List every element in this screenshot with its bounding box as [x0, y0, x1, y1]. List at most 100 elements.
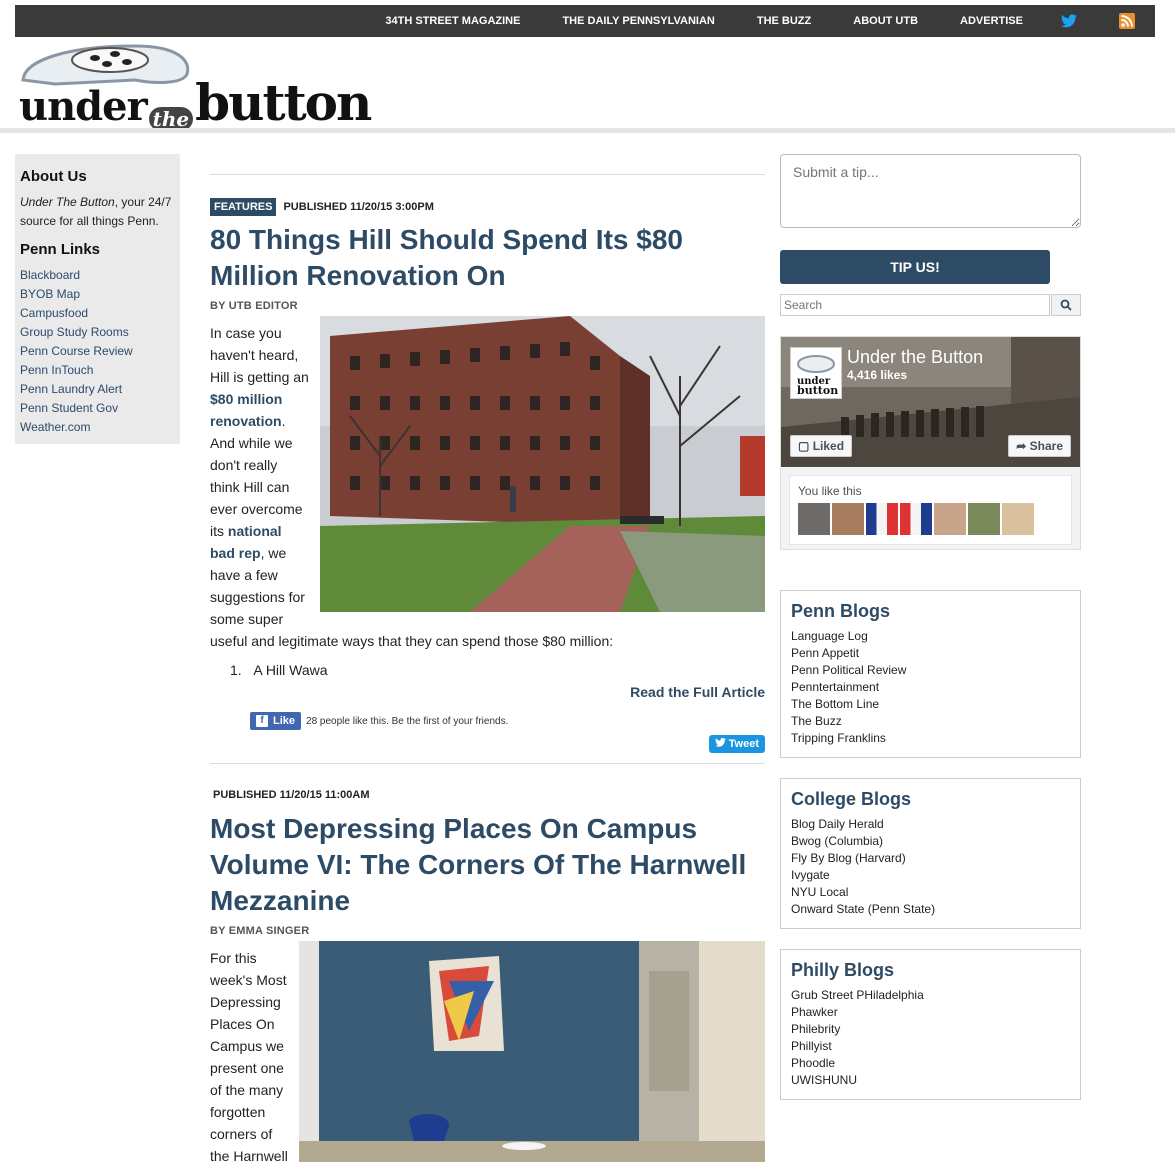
blog-link[interactable]: The Buzz [791, 713, 1070, 730]
link-penn-student-gov[interactable]: Penn Student Gov [20, 399, 175, 418]
link-weather[interactable]: Weather.com [20, 418, 175, 437]
excerpt-part-2: . And while we don't really think Hill c… [210, 413, 303, 539]
blog-link[interactable]: Bwog (Columbia) [791, 833, 1070, 850]
share-button[interactable]: ➦ Share [1008, 435, 1071, 457]
link-byob-map[interactable]: BYOB Map [20, 285, 175, 304]
tweet-button[interactable]: Tweet [708, 735, 765, 753]
blog-link[interactable]: Phoodle [791, 1055, 1070, 1072]
nav-the-buzz[interactable]: THE BUZZ [757, 15, 811, 27]
list-item: 1. A Hill Wawa [230, 662, 765, 678]
you-like-this-text: You like this [798, 484, 862, 498]
published-date: PUBLISHED 11/20/15 3:00PM [283, 201, 434, 213]
blog-link[interactable]: Language Log [791, 628, 1070, 645]
logo-button: button [195, 73, 372, 132]
page-name[interactable]: Under the Button [847, 347, 983, 368]
link-penn-intouch[interactable]: Penn InTouch [20, 361, 175, 380]
friend-avatar[interactable] [866, 503, 898, 535]
penn-blogs-box: Penn Blogs Language Log Penn Appetit Pen… [780, 590, 1081, 758]
blog-link[interactable]: Ivygate [791, 867, 1070, 884]
philly-blogs-title: Philly Blogs [791, 960, 895, 980]
nav-34th-street[interactable]: 34TH STREET MAGAZINE [385, 15, 520, 27]
harnwell-mezzanine-photo [299, 941, 765, 1162]
post-divider [210, 763, 765, 764]
blog-link[interactable]: Penntertainment [791, 679, 1070, 696]
blog-link[interactable]: Penn Appetit [791, 645, 1070, 662]
blog-link[interactable]: Grub Street PHiladelphia [791, 987, 1070, 1004]
post-title[interactable]: 80 Things Hill Should Spend Its $80 Mill… [210, 222, 765, 294]
link-campusfood[interactable]: Campusfood [20, 304, 175, 323]
svg-text:button: button [797, 384, 838, 397]
friend-avatar[interactable] [798, 503, 830, 535]
blog-link[interactable]: Fly By Blog (Harvard) [791, 850, 1070, 867]
header-divider [0, 128, 1175, 133]
search-row [780, 294, 1081, 316]
blog-link[interactable]: Philebrity [791, 1021, 1070, 1038]
facebook-like-button[interactable]: f Like [250, 712, 302, 730]
blog-link[interactable]: Phawker [791, 1004, 1070, 1021]
read-full-article-link[interactable]: Read the Full Article [210, 684, 765, 700]
hill-house-photo [320, 316, 765, 612]
post-meta: PUBLISHED 11/20/15 11:00AM [213, 789, 765, 801]
excerpt-part-1: In case you haven't heard, Hill is getti… [210, 325, 309, 385]
blog-link[interactable]: Onward State (Penn State) [791, 901, 1070, 918]
twitter-icon[interactable] [1061, 14, 1077, 28]
logo-wordmark: under the button [19, 78, 372, 131]
tweet-row: Tweet [210, 734, 765, 753]
post-divider [210, 174, 765, 175]
friend-avatar[interactable] [900, 503, 932, 535]
friend-avatar[interactable] [968, 503, 1000, 535]
philly-blogs-box: Philly Blogs Grub Street PHiladelphia Ph… [780, 949, 1081, 1100]
top-navigation-bar: 34TH STREET MAGAZINE THE DAILY PENNSYLVA… [15, 5, 1155, 37]
blog-link[interactable]: Blog Daily Herald [791, 816, 1070, 833]
you-like-this-panel: You like this [789, 475, 1072, 545]
blog-link[interactable]: Tripping Franklins [791, 730, 1070, 747]
post-1: FEATURES PUBLISHED 11/20/15 3:00PM 80 Th… [210, 198, 765, 753]
friend-avatar[interactable] [934, 503, 966, 535]
friend-avatar[interactable] [832, 503, 864, 535]
right-sidebar: TIP US! underbutton Under the Button 4,4… [780, 154, 1081, 1100]
blog-link[interactable]: The Bottom Line [791, 696, 1070, 713]
search-icon [1060, 299, 1072, 311]
link-blackboard[interactable]: Blackboard [20, 266, 175, 285]
friend-avatar[interactable] [1002, 503, 1034, 535]
list-number: 1. [230, 662, 242, 678]
penn-blogs-title: Penn Blogs [791, 601, 891, 621]
liked-button[interactable]: ▢ Liked [790, 435, 853, 457]
link-penn-course-review[interactable]: Penn Course Review [20, 342, 175, 361]
penn-blogs-list: Language Log Penn Appetit Penn Political… [791, 628, 1070, 747]
tip-textarea[interactable] [780, 154, 1081, 228]
philly-blogs-list: Grub Street PHiladelphia Phawker Philebr… [791, 987, 1070, 1089]
penn-links-title: Penn Links [20, 241, 101, 258]
nav-advertise[interactable]: ADVERTISE [960, 15, 1023, 27]
category-tag[interactable]: FEATURES [210, 198, 277, 216]
post-title[interactable]: Most Depressing Places On Campus Volume … [210, 811, 765, 919]
renovation-link[interactable]: $80 million renovation [210, 391, 282, 429]
rss-icon[interactable] [1119, 13, 1135, 29]
post-byline[interactable]: BY EMMA SINGER [210, 925, 765, 937]
search-button[interactable] [1051, 294, 1081, 316]
nav-daily-pennsylvanian[interactable]: THE DAILY PENNSYLVANIAN [562, 15, 714, 27]
link-group-study-rooms[interactable]: Group Study Rooms [20, 323, 175, 342]
blog-link[interactable]: UWISHUNU [791, 1072, 1070, 1089]
post-byline[interactable]: BY UTB EDITOR [210, 300, 765, 312]
like-label: Like [273, 715, 296, 727]
site-logo[interactable]: under the button [15, 40, 377, 132]
thumbs-up-icon: ▢ [798, 439, 810, 453]
tweet-label: Tweet [728, 738, 759, 750]
post-body: In case you haven't heard, Hill is getti… [210, 316, 765, 678]
nav-about-utb[interactable]: ABOUT UTB [853, 15, 918, 27]
link-penn-laundry-alert[interactable]: Penn Laundry Alert [20, 380, 175, 399]
college-blogs-title: College Blogs [791, 789, 912, 809]
share-icon: ➦ [1016, 439, 1027, 453]
liked-label: Liked [812, 439, 845, 453]
search-input[interactable] [780, 294, 1050, 316]
blog-link[interactable]: Penn Political Review [791, 662, 1070, 679]
left-sidebar: About Us Under The Button, your 24/7 sou… [15, 154, 180, 444]
logo-under: under [19, 83, 148, 130]
blog-link[interactable]: NYU Local [791, 884, 1070, 901]
blog-link[interactable]: Phillyist [791, 1038, 1070, 1055]
post-2: PUBLISHED 11/20/15 11:00AM Most Depressi… [210, 789, 765, 1162]
page-thumbnail[interactable]: under button [790, 347, 842, 399]
tip-us-button[interactable]: TIP US! [780, 250, 1050, 284]
post-meta: FEATURES PUBLISHED 11/20/15 3:00PM [210, 198, 765, 216]
